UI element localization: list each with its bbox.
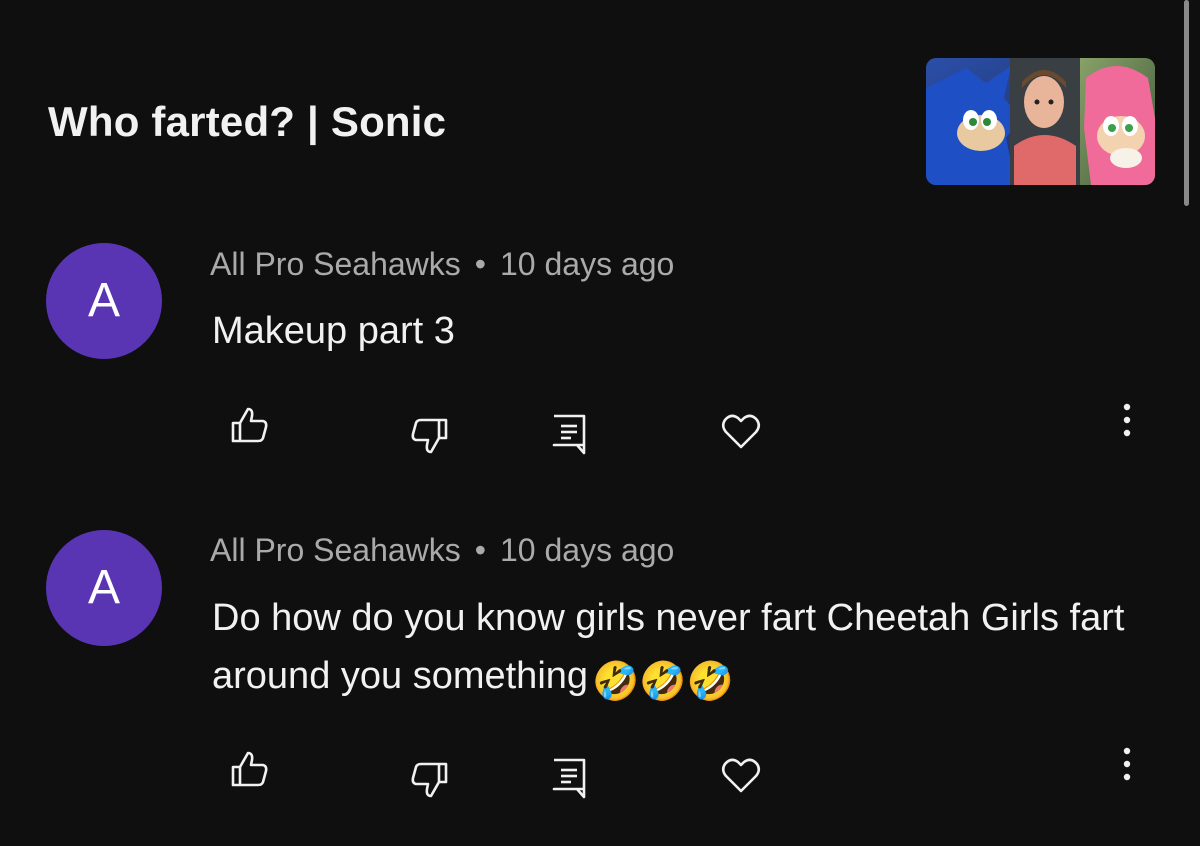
rofl-emoji: 🤣🤣🤣 xyxy=(592,661,734,703)
comment-time: 10 days ago xyxy=(499,532,675,568)
avatar[interactable]: A xyxy=(46,530,162,646)
comment-text: Do how do you know girls never fart Chee… xyxy=(212,589,1162,711)
heart-icon xyxy=(721,758,761,793)
reply-button[interactable] xyxy=(547,755,591,799)
reply-icon xyxy=(552,758,586,799)
like-button[interactable] xyxy=(227,747,271,791)
thumbs-up-icon xyxy=(231,751,268,787)
comment: A All Pro Seahawks • 10 days ago Do how do… xyxy=(0,0,1180,846)
more-vertical-icon xyxy=(1123,747,1131,781)
meta-separator: • xyxy=(474,532,486,568)
thumbs-down-icon xyxy=(411,762,448,798)
more-options-button[interactable] xyxy=(1121,746,1133,786)
heart-button[interactable] xyxy=(719,753,763,797)
scrollbar[interactable] xyxy=(1184,0,1189,206)
comment-meta: All Pro Seahawks • 10 days ago xyxy=(210,532,674,569)
comment-author[interactable]: All Pro Seahawks xyxy=(210,532,461,568)
dislike-button[interactable] xyxy=(408,758,452,802)
